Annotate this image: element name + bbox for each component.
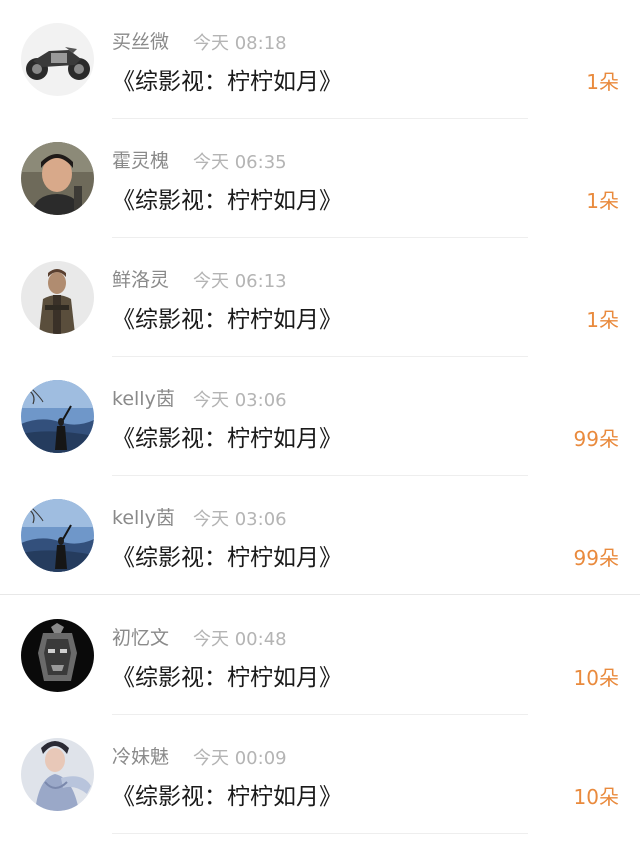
list-item[interactable]: 冷妹魅 今天 00:09 《综影视：柠柠如月》 10朵	[0, 715, 640, 834]
gift-amount: 10朵	[573, 666, 619, 690]
list-item[interactable]: kelly茵 今天 03:06 《综影视：柠柠如月》 99朵	[0, 357, 640, 476]
username[interactable]: 冷妹魅	[112, 742, 169, 769]
timestamp: 今天 08:18	[193, 33, 287, 54]
list-item[interactable]: 初忆文 今天 00:48 《综影视：柠柠如月》 10朵	[0, 596, 640, 715]
dark-mask-avatar[interactable]	[21, 619, 94, 692]
landscape-girl-avatar[interactable]	[21, 499, 94, 572]
book-title-link[interactable]: 《综影视：柠柠如月》	[112, 777, 342, 811]
list-item[interactable]: 鲜洛灵 今天 06:13 《综影视：柠柠如月》 1朵	[0, 238, 640, 357]
costume-lady-avatar[interactable]	[21, 738, 94, 811]
username[interactable]: kelly茵	[112, 384, 175, 411]
username[interactable]: 买丝微	[112, 27, 169, 54]
book-title-link[interactable]: 《综影视：柠柠如月》	[112, 538, 342, 572]
username[interactable]: 初忆文	[112, 623, 169, 650]
timestamp: 今天 06:13	[193, 271, 287, 292]
list-item[interactable]: 霍灵槐 今天 06:35 《综影视：柠柠如月》 1朵	[0, 119, 640, 238]
motorcycle-avatar[interactable]	[21, 23, 94, 96]
timestamp: 今天 03:06	[193, 390, 287, 411]
game-character-avatar[interactable]	[21, 261, 94, 334]
book-title-link[interactable]: 《综影视：柠柠如月》	[112, 300, 342, 334]
landscape-girl-avatar[interactable]	[21, 380, 94, 453]
gift-amount: 1朵	[586, 308, 619, 332]
divider	[0, 594, 640, 595]
book-title-link[interactable]: 《综影视：柠柠如月》	[112, 62, 342, 96]
username[interactable]: kelly茵	[112, 503, 175, 530]
timestamp: 今天 00:09	[193, 748, 287, 769]
list-item[interactable]: 买丝微 今天 08:18 《综影视：柠柠如月》 1朵	[0, 0, 640, 119]
username[interactable]: 霍灵槐	[112, 146, 169, 173]
person-photo-avatar[interactable]	[21, 142, 94, 215]
gift-amount: 10朵	[573, 785, 619, 809]
timestamp: 今天 03:06	[193, 509, 287, 530]
divider	[112, 833, 528, 834]
timestamp: 今天 00:48	[193, 629, 287, 650]
timestamp: 今天 06:35	[193, 152, 287, 173]
list-item[interactable]: kelly茵 今天 03:06 《综影视：柠柠如月》 99朵	[0, 476, 640, 595]
username[interactable]: 鲜洛灵	[112, 265, 169, 292]
gift-amount: 1朵	[586, 189, 619, 213]
book-title-link[interactable]: 《综影视：柠柠如月》	[112, 658, 342, 692]
gift-amount: 1朵	[586, 70, 619, 94]
gift-amount: 99朵	[573, 427, 619, 451]
book-title-link[interactable]: 《综影视：柠柠如月》	[112, 419, 342, 453]
book-title-link[interactable]: 《综影视：柠柠如月》	[112, 181, 342, 215]
gift-amount: 99朵	[573, 546, 619, 570]
